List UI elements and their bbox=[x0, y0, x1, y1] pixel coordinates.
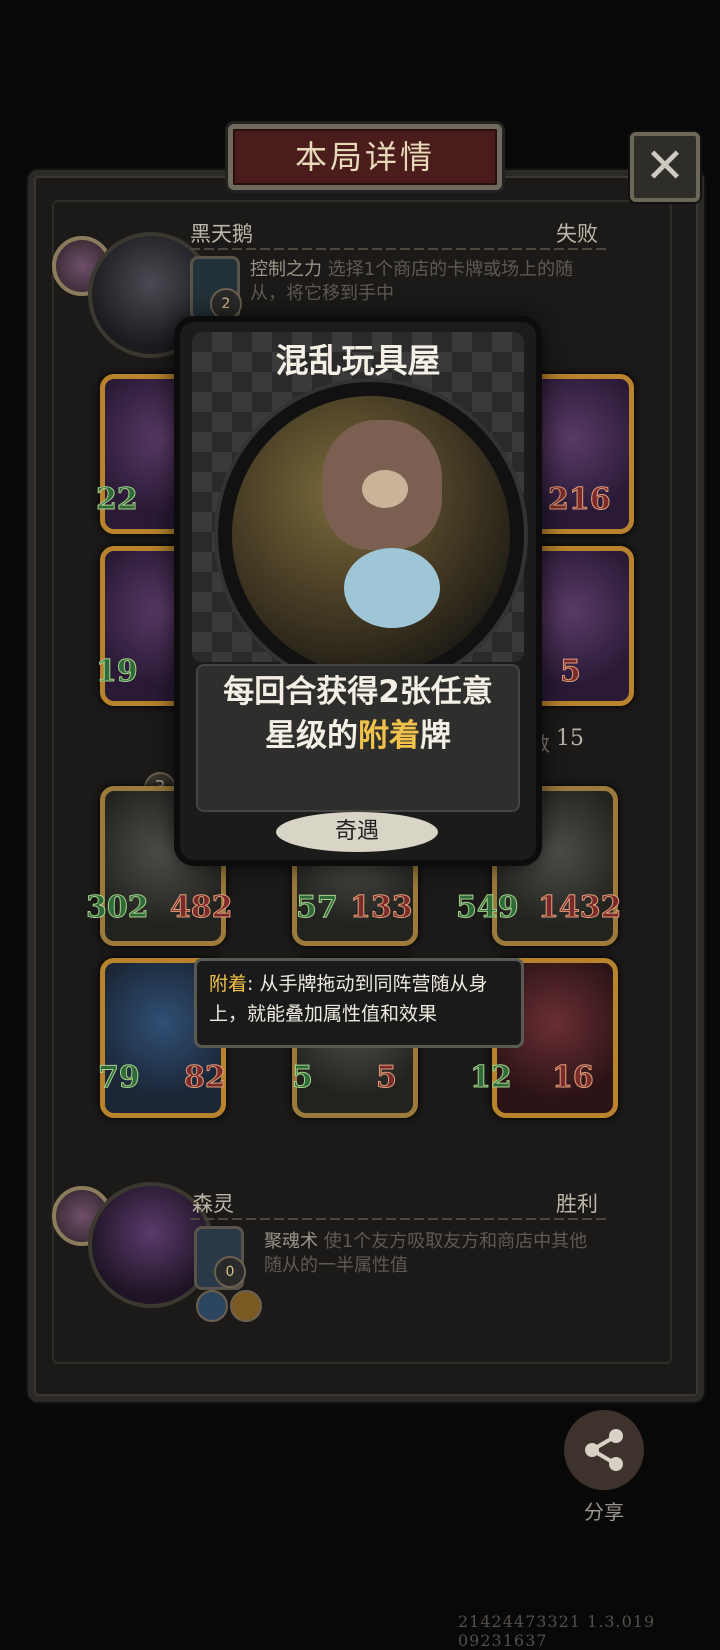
page-title: 本局详情 bbox=[294, 138, 435, 176]
title-plate: 本局详情 bbox=[228, 124, 502, 190]
minion-attack: 57 bbox=[296, 890, 339, 926]
minion-health: 5 bbox=[560, 654, 582, 690]
tooltip-text-1: : 从手牌拖动到同阵营随从身 bbox=[247, 973, 488, 995]
card-desc-post: 牌 bbox=[420, 718, 451, 754]
keyword-tooltip: 附着: 从手牌拖动到同阵营随从身 上，就能叠加属性值和效果 bbox=[194, 958, 524, 1048]
minion-attack: 549 bbox=[456, 890, 520, 926]
bunny-toy-illustration bbox=[344, 548, 440, 628]
teddy-bear-face bbox=[362, 470, 408, 508]
minion-health: 1432 bbox=[538, 890, 622, 926]
sword-icon bbox=[196, 1290, 228, 1322]
minion-health: 133 bbox=[350, 890, 414, 926]
player2-result: 胜利 bbox=[556, 1192, 598, 1216]
card-desc-keyword[interactable]: 附着 bbox=[358, 718, 420, 754]
player1-skill-name: 控制之力 bbox=[250, 259, 322, 280]
minion-attack: 12 bbox=[470, 1060, 513, 1096]
card-description: 每回合获得2张任意 星级的附着牌 bbox=[196, 670, 520, 758]
tooltip-keyword: 附着 bbox=[209, 973, 248, 995]
player2-skill-level-badge: 0 bbox=[214, 1256, 246, 1288]
player2-name: 森灵 bbox=[192, 1192, 234, 1216]
close-button[interactable]: ✕ bbox=[630, 132, 700, 202]
minion-health: 16 bbox=[552, 1060, 595, 1096]
card-desc-pre: 星级的 bbox=[265, 718, 358, 754]
player2-skill-desc-2: 随从的一半属性值 bbox=[264, 1255, 408, 1276]
minion-health: 216 bbox=[548, 482, 612, 518]
round-value: 15 bbox=[556, 726, 584, 751]
player1-result: 失败 bbox=[556, 222, 598, 246]
minion-attack: 22 bbox=[96, 482, 139, 518]
card-desc-line2: 星级的附着牌 bbox=[196, 714, 520, 758]
minion-health: 482 bbox=[170, 890, 234, 926]
player1-skill-level-badge: 2 bbox=[210, 288, 242, 320]
player1-skill-description: 控制之力 选择1个商店的卡牌或场上的随 从，将它移到手中 bbox=[250, 258, 610, 306]
player1-skill-desc-1: 选择1个商店的卡牌或场上的随 bbox=[327, 259, 574, 280]
minion-attack: 302 bbox=[86, 890, 150, 926]
player2-skill-name: 聚魂术 bbox=[264, 1231, 318, 1252]
minion-attack: 5 bbox=[292, 1060, 314, 1096]
minion-attack: 79 bbox=[98, 1060, 141, 1096]
close-icon: ✕ bbox=[644, 138, 686, 194]
build-version-text: 21424473321 1.3.019 09231637 bbox=[458, 1612, 656, 1650]
player2-skill-description: 聚魂术 使1个友方吸取友方和商店中其他 随从的一半属性值 bbox=[264, 1230, 624, 1278]
minion-health: 5 bbox=[376, 1060, 398, 1096]
tooltip-text-2: 上，就能叠加属性值和效果 bbox=[209, 1003, 438, 1025]
player1-divider bbox=[190, 248, 610, 250]
player2-skill-desc-1: 使1个友方吸取友方和商店中其他 bbox=[323, 1231, 588, 1252]
minion-attack: 19 bbox=[96, 654, 139, 690]
share-button[interactable] bbox=[564, 1410, 644, 1490]
card-title: 混乱玩具屋 bbox=[275, 341, 441, 380]
coin-icon bbox=[230, 1290, 262, 1322]
minion-health: 82 bbox=[184, 1060, 227, 1096]
player2-divider bbox=[190, 1218, 610, 1220]
card-type-label: 奇遇 bbox=[276, 812, 438, 852]
share-icon bbox=[585, 1429, 623, 1471]
player1-skill-desc-2: 从，将它移到手中 bbox=[250, 283, 394, 304]
player1-name: 黑天鹅 bbox=[190, 222, 253, 246]
share-label: 分享 bbox=[584, 1500, 624, 1524]
card-desc-line1: 每回合获得2张任意 bbox=[223, 674, 493, 710]
